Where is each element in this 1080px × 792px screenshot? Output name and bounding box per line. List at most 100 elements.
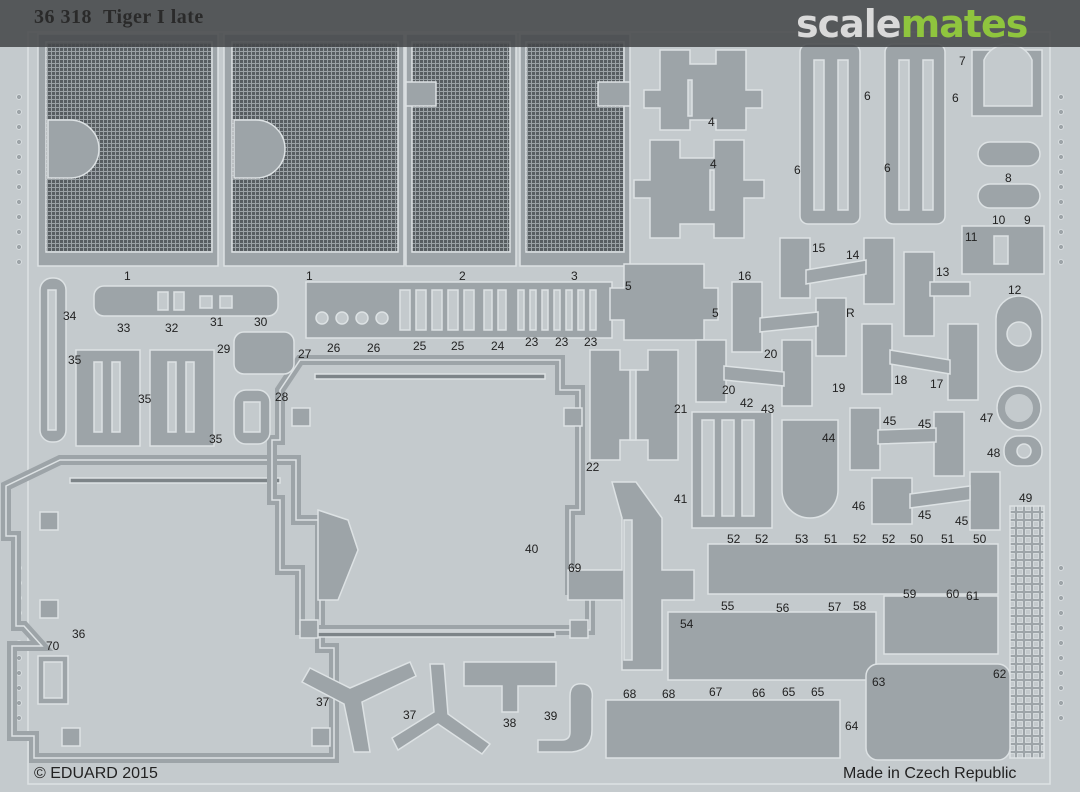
part-number: 35 — [138, 392, 152, 406]
part-number: 44 — [822, 431, 836, 445]
watermark-logo: scalemates — [796, 2, 1028, 46]
part-number: 55 — [721, 599, 735, 613]
part-number: 67 — [709, 685, 723, 699]
origin-note: Made in Czech Republic — [843, 765, 1017, 782]
part-number: 25 — [451, 339, 465, 353]
part-number: 34 — [63, 309, 77, 323]
part-number: 2 — [459, 269, 466, 283]
part-number: 63 — [872, 675, 886, 689]
part-number: 35 — [209, 432, 223, 446]
part-number: 29 — [217, 342, 231, 356]
part-number: 37 — [403, 708, 417, 722]
part-number: 66 — [752, 686, 766, 700]
part-number: 6 — [864, 89, 871, 103]
part-number: 61 — [966, 589, 980, 603]
part-number: 62 — [993, 667, 1007, 681]
part-number: 45 — [955, 514, 969, 528]
part-number: 37 — [316, 695, 330, 709]
part-number: 1 — [306, 269, 313, 283]
part-number: 57 — [828, 600, 842, 614]
photo-etch-fret — [0, 31, 1064, 785]
part-number: 46 — [852, 499, 866, 513]
part-number: 48 — [987, 446, 1001, 460]
part-number: 6 — [884, 161, 891, 175]
part-number: 20 — [722, 383, 736, 397]
part-number: 13 — [936, 265, 950, 279]
parts-right-column — [961, 43, 1045, 467]
copyright: © EDUARD 2015 — [34, 765, 158, 782]
part-number: 45 — [883, 414, 897, 428]
part-number: 9 — [1024, 213, 1031, 227]
part-number: 39 — [544, 709, 558, 723]
part-number: 64 — [845, 719, 859, 733]
part-number: 45 — [918, 508, 932, 522]
part-number: 52 — [727, 532, 741, 546]
part-number: 52 — [853, 532, 867, 546]
part-number: 45 — [918, 417, 932, 431]
part-number: 8 — [1005, 171, 1012, 185]
part-number: 31 — [210, 315, 224, 329]
part-number: 17 — [930, 377, 944, 391]
part-number: 69 — [568, 561, 582, 575]
part-number: 60 — [946, 587, 960, 601]
part-number: 5 — [712, 306, 719, 320]
watermark-part1: scale — [796, 2, 902, 46]
part-number: 3 — [571, 269, 578, 283]
part-number: 51 — [824, 532, 838, 546]
part-number: 25 — [413, 339, 427, 353]
part-4 — [633, 49, 765, 239]
part-number: R — [846, 306, 855, 320]
mesh-screen-parts — [37, 33, 631, 267]
part-number: 30 — [254, 315, 268, 329]
part-number: 18 — [894, 373, 908, 387]
part-number: 33 — [117, 321, 131, 335]
part-number: 12 — [1008, 283, 1022, 297]
part-number: 54 — [680, 617, 694, 631]
part-number: 7 — [959, 54, 966, 68]
part-number: 36 — [72, 627, 86, 641]
part-number: 19 — [832, 381, 846, 395]
part-number: 68 — [623, 687, 637, 701]
parts-strip-23-26 — [305, 281, 613, 339]
part-number: 32 — [165, 321, 179, 335]
part-number: 21 — [674, 402, 688, 416]
part-number: 27 — [298, 347, 312, 361]
part-number: 10 — [992, 213, 1006, 227]
part-number: 26 — [327, 341, 341, 355]
part-number: 6 — [794, 163, 801, 177]
part-number: 20 — [764, 347, 778, 361]
part-number: 23 — [555, 335, 569, 349]
part-number: 22 — [586, 460, 600, 474]
part-number: 65 — [782, 685, 796, 699]
part-49 — [1009, 505, 1045, 759]
part-number: 70 — [46, 639, 60, 653]
part-number: 26 — [367, 341, 381, 355]
part-number: 16 — [738, 269, 752, 283]
part-number: 1 — [124, 269, 131, 283]
part-number: 40 — [525, 542, 539, 556]
part-number: 65 — [811, 685, 825, 699]
part-number: 47 — [980, 411, 994, 425]
part-number: 53 — [795, 532, 809, 546]
part-number: 4 — [710, 157, 717, 171]
edge-dots-right — [1058, 94, 1064, 721]
part-number: 52 — [882, 532, 896, 546]
part-number: 51 — [941, 532, 955, 546]
part-number: 24 — [491, 339, 505, 353]
part-number: 49 — [1019, 491, 1033, 505]
set-code: 36 318 — [34, 6, 92, 28]
part-number: 50 — [910, 532, 924, 546]
part-number: 28 — [275, 390, 289, 404]
set-name: Tiger I late — [103, 6, 204, 28]
part-number: 38 — [503, 716, 517, 730]
part-number: 56 — [776, 601, 790, 615]
part-number: 52 — [755, 532, 769, 546]
part-number: 50 — [973, 532, 987, 546]
part-number: 11 — [965, 230, 978, 244]
part-number: 58 — [853, 599, 867, 613]
part-number: 43 — [761, 402, 775, 416]
part-number: 59 — [903, 587, 917, 601]
part-number: 6 — [952, 91, 959, 105]
part-number: 42 — [740, 396, 754, 410]
part-number: 14 — [846, 248, 860, 262]
